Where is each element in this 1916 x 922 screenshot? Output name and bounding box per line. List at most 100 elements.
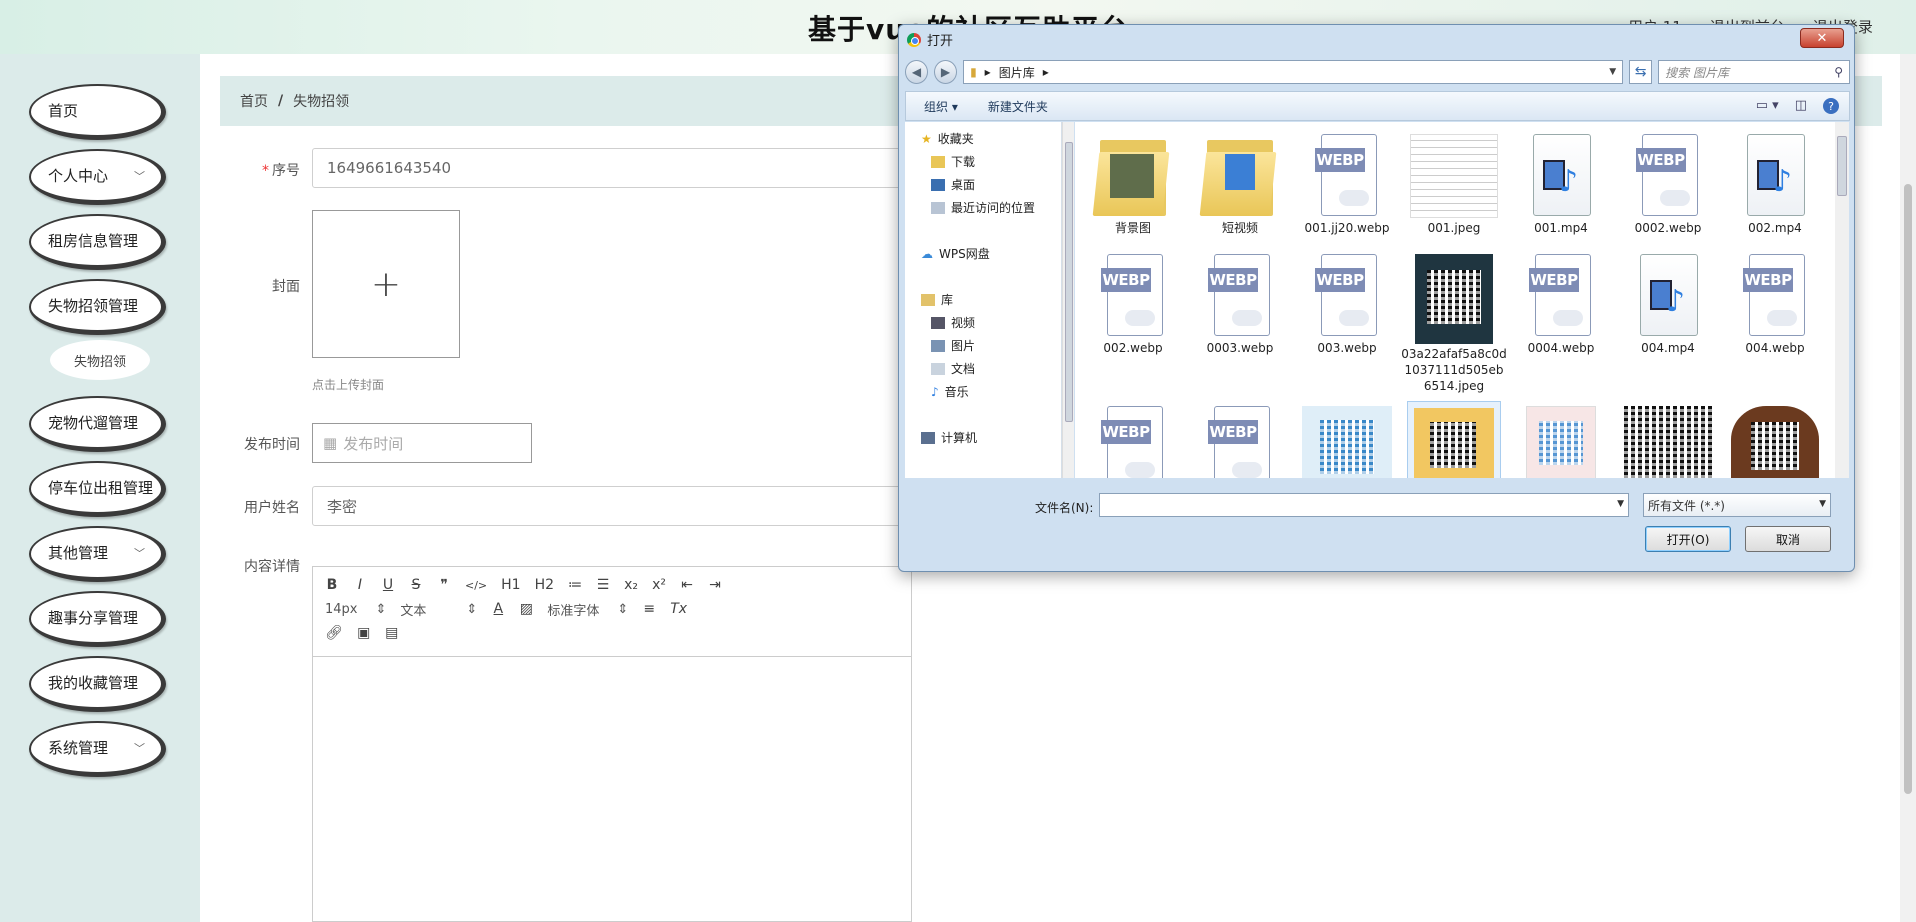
path-segment[interactable]: 图片库 bbox=[999, 64, 1035, 81]
menu-item-lost-found[interactable]: 失物招领管理 bbox=[29, 279, 166, 335]
search-input[interactable]: 搜索 图片库 ⚲ bbox=[1658, 60, 1850, 84]
h1-button[interactable]: H1 bbox=[501, 577, 520, 593]
underline-button[interactable]: U bbox=[381, 577, 395, 593]
nav-videos[interactable]: 视频 bbox=[931, 314, 975, 331]
forward-icon[interactable]: ▶ bbox=[934, 60, 958, 84]
scrollbar-thumb[interactable] bbox=[1837, 136, 1847, 196]
file-item[interactable]: WEBP 003.webp bbox=[1294, 254, 1400, 356]
preview-pane-icon[interactable]: ◫ bbox=[1795, 98, 1807, 114]
image-icon[interactable]: ▣ bbox=[357, 625, 371, 641]
file-item[interactable]: ♪ 001.mp4 bbox=[1508, 134, 1614, 236]
file-item[interactable]: WEBP 002.webp bbox=[1080, 254, 1186, 356]
filetype-select[interactable]: 所有文件 (*.*) ▼ bbox=[1643, 493, 1831, 517]
filename-input[interactable]: ▼ bbox=[1099, 493, 1629, 517]
toolbar-row-formatting: B I U S ❞ </> H1 H2 ≔ ☰ x₂ x² ⇤ ⇥ bbox=[325, 573, 899, 597]
page-scrollbar[interactable] bbox=[1900, 54, 1916, 922]
file-item[interactable]: 001.jpeg bbox=[1401, 134, 1507, 236]
italic-button[interactable]: I bbox=[353, 577, 367, 593]
code-block-button[interactable]: </> bbox=[465, 579, 487, 592]
blockquote-button[interactable]: ❞ bbox=[437, 577, 451, 593]
file-item[interactable]: 03a22afaf5a8c0d1037111d505eb6514.jpeg bbox=[1401, 254, 1507, 394]
rich-text-editor[interactable]: B I U S ❞ </> H1 H2 ≔ ☰ x₂ x² ⇤ ⇥ 14px ⇕ … bbox=[312, 566, 912, 922]
chevron-down-icon[interactable]: ▼ bbox=[1617, 499, 1624, 509]
indent-button[interactable]: ⇥ bbox=[708, 577, 722, 593]
file-item[interactable]: WEBP bbox=[1187, 406, 1293, 478]
file-item[interactable] bbox=[1294, 406, 1400, 478]
ordered-list-button[interactable]: ≔ bbox=[568, 577, 582, 593]
organize-button[interactable]: 组织 ▾ bbox=[924, 98, 958, 115]
cancel-button[interactable]: 取消 bbox=[1745, 526, 1831, 552]
new-folder-button[interactable]: 新建文件夹 bbox=[988, 98, 1048, 115]
close-button[interactable]: ✕ bbox=[1800, 28, 1844, 48]
file-item[interactable]: WEBP 004.webp bbox=[1722, 254, 1828, 356]
menu-item-other[interactable]: 其他管理 ﹀ bbox=[29, 526, 166, 582]
menu-item-personal-center[interactable]: 个人中心 ﹀ bbox=[29, 149, 166, 205]
chevron-down-icon[interactable]: ▼ bbox=[1609, 67, 1616, 77]
superscript-button[interactable]: x² bbox=[652, 577, 666, 593]
nav-wps[interactable]: ☁ WPS网盘 bbox=[921, 245, 990, 262]
submenu-item-lost-found[interactable]: 失物招领 bbox=[50, 340, 150, 380]
file-item-hovered[interactable] bbox=[1401, 401, 1507, 478]
breadcrumb-home[interactable]: 首页 bbox=[240, 91, 268, 111]
scrollbar-thumb[interactable] bbox=[1904, 184, 1912, 794]
open-button[interactable]: 打开(O) bbox=[1645, 526, 1731, 552]
publish-time-input[interactable]: ▦ 发布时间 bbox=[312, 423, 532, 463]
text-color-icon[interactable]: A bbox=[491, 601, 505, 617]
dialog-title: 打开 bbox=[927, 34, 954, 49]
navpane-scrollbar[interactable] bbox=[1062, 122, 1074, 478]
menu-item-pet-walking[interactable]: 宠物代遛管理 bbox=[29, 396, 166, 452]
nav-libraries[interactable]: 库 bbox=[921, 291, 953, 308]
file-item[interactable]: WEBP bbox=[1080, 406, 1186, 478]
file-item[interactable] bbox=[1722, 406, 1828, 478]
background-color-icon[interactable]: ▨ bbox=[519, 601, 533, 617]
file-item[interactable]: WEBP 0004.webp bbox=[1508, 254, 1614, 356]
file-item[interactable] bbox=[1615, 406, 1721, 478]
clear-format-icon[interactable]: Tx bbox=[670, 601, 687, 617]
menu-item-favorites[interactable]: 我的收藏管理 bbox=[29, 656, 166, 712]
outdent-button[interactable]: ⇤ bbox=[680, 577, 694, 593]
font-select[interactable]: 标准字体 ⇕ bbox=[547, 600, 628, 619]
nav-recent[interactable]: 最近访问的位置 bbox=[931, 199, 1035, 216]
serial-input[interactable]: 1649661643540 bbox=[312, 148, 932, 188]
link-icon[interactable]: 🔗︎ bbox=[325, 625, 343, 641]
file-item[interactable]: WEBP 0003.webp bbox=[1187, 254, 1293, 356]
file-item[interactable]: ♪ 004.mp4 bbox=[1615, 254, 1721, 356]
nav-documents[interactable]: 文档 bbox=[931, 360, 975, 377]
file-item[interactable]: 背景图 bbox=[1080, 134, 1186, 236]
menu-item-rental[interactable]: 租房信息管理 bbox=[29, 214, 166, 270]
nav-music[interactable]: ♪ 音乐 bbox=[931, 383, 969, 400]
file-item[interactable]: WEBP 001.jj20.webp bbox=[1294, 134, 1400, 236]
select-arrow-icon: ⇕ bbox=[466, 601, 478, 617]
align-icon[interactable]: ≡ bbox=[642, 601, 656, 617]
file-item[interactable] bbox=[1508, 406, 1614, 478]
video-icon[interactable]: ▤ bbox=[385, 625, 399, 641]
address-bar[interactable]: ▮ ▸ 图片库 ▸ ▼ bbox=[963, 60, 1624, 84]
menu-item-system[interactable]: 系统管理 ﹀ bbox=[29, 721, 166, 777]
nav-favorites[interactable]: ★ 收藏夹 bbox=[921, 130, 974, 147]
header-select[interactable]: 文本 ⇕ bbox=[400, 600, 477, 619]
nav-computer[interactable]: 计算机 bbox=[921, 429, 977, 446]
file-item[interactable]: 短视频 bbox=[1187, 134, 1293, 236]
menu-item-fun-share[interactable]: 趣事分享管理 bbox=[29, 591, 166, 647]
bullet-list-button[interactable]: ☰ bbox=[596, 577, 610, 593]
menu-item-home[interactable]: 首页 bbox=[29, 84, 166, 140]
file-item[interactable]: WEBP 0002.webp bbox=[1615, 134, 1721, 236]
scrollbar-thumb[interactable] bbox=[1065, 142, 1073, 422]
view-mode-icon[interactable]: ▭ ▾ bbox=[1756, 98, 1779, 114]
cover-upload-box[interactable]: + bbox=[312, 210, 460, 358]
menu-item-parking[interactable]: 停车位出租管理 bbox=[29, 461, 166, 517]
username-input[interactable]: 李密 bbox=[312, 486, 932, 526]
h2-button[interactable]: H2 bbox=[535, 577, 554, 593]
bold-button[interactable]: B bbox=[325, 577, 339, 593]
refresh-icon[interactable]: ⇆ bbox=[1629, 60, 1653, 84]
nav-desktop[interactable]: 桌面 bbox=[931, 176, 975, 193]
subscript-button[interactable]: x₂ bbox=[624, 577, 638, 593]
back-icon[interactable]: ◀ bbox=[905, 60, 929, 84]
filepane-scrollbar[interactable] bbox=[1835, 122, 1849, 478]
nav-downloads[interactable]: 下载 bbox=[931, 153, 975, 170]
nav-pictures[interactable]: 图片 bbox=[931, 337, 975, 354]
help-icon[interactable]: ? bbox=[1823, 98, 1839, 114]
size-select[interactable]: 14px ⇕ bbox=[325, 602, 386, 617]
strike-button[interactable]: S bbox=[409, 577, 423, 593]
file-item[interactable]: ♪ 002.mp4 bbox=[1722, 134, 1828, 236]
